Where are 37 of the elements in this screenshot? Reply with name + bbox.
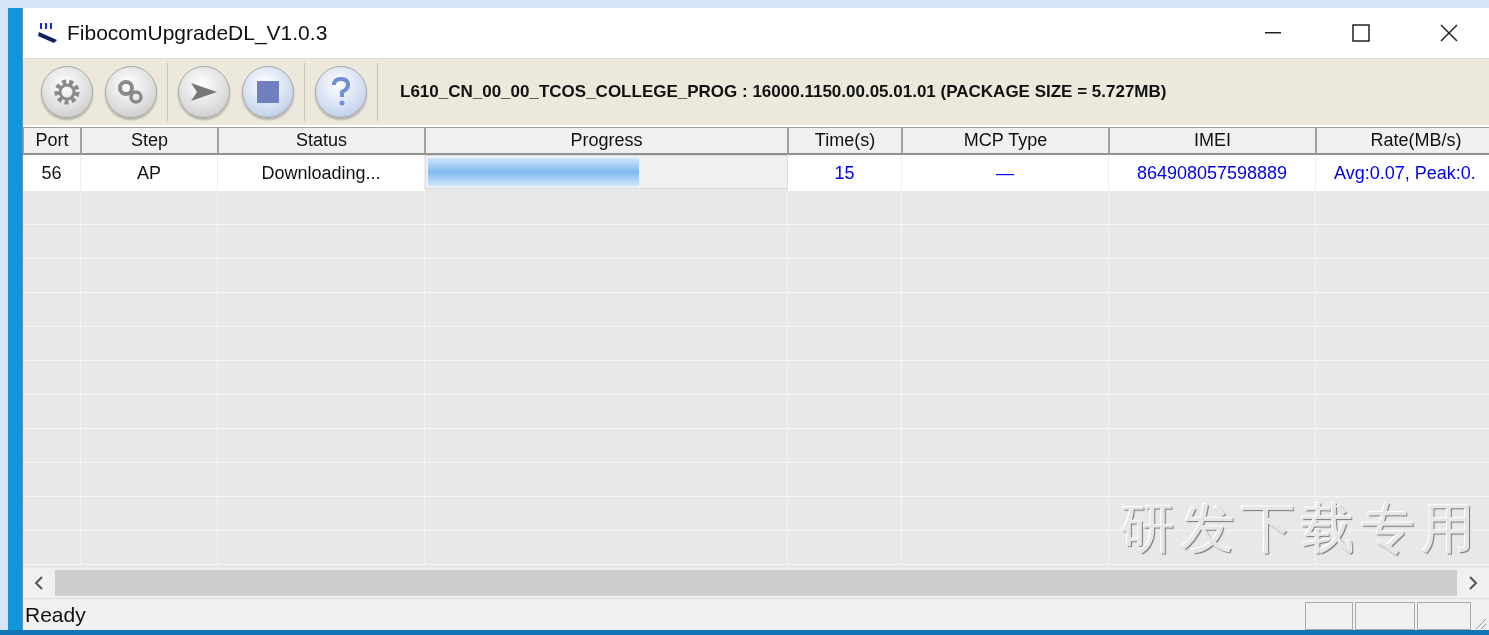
table-cell: Avg:0.07, Peak:0. — [1316, 155, 1489, 191]
gear-icon — [52, 77, 82, 107]
stop-icon — [257, 81, 279, 103]
column-header[interactable]: MCP Type — [902, 127, 1109, 155]
play-icon — [189, 81, 219, 103]
column-header[interactable]: Step — [81, 127, 218, 155]
column-header[interactable]: Rate(MB/s) — [1316, 127, 1489, 155]
scroll-left-icon — [34, 576, 44, 590]
resize-grip-icon — [1473, 616, 1487, 630]
status-panel — [1417, 602, 1471, 630]
scrollbar-thumb[interactable] — [55, 570, 1457, 596]
stop-button[interactable] — [242, 66, 294, 118]
table-cell: 56 — [23, 155, 81, 191]
scroll-right-icon — [1468, 576, 1478, 590]
column-header[interactable]: Port — [23, 127, 81, 155]
table-cell: AP — [81, 155, 218, 191]
status-panel — [1305, 602, 1353, 630]
window-title: FibocomUpgradeDL_V1.0.3 — [67, 21, 329, 45]
close-icon — [1440, 24, 1458, 42]
column-header[interactable]: Time(s) — [788, 127, 902, 155]
package-info: L610_CN_00_00_TCOS_COLLEGE_PROG : 16000.1150.00.05.01.01 (PACKAGE SIZE = 5.727MB) — [400, 82, 1167, 102]
table-cell: 864908057598889 — [1109, 155, 1316, 191]
table-cell: — — [902, 155, 1109, 191]
app-icon — [37, 22, 59, 44]
status-text: Ready — [24, 602, 87, 627]
column-header[interactable]: Progress — [425, 127, 788, 155]
table-cell: Downloading... — [218, 155, 425, 191]
status-panel — [1355, 602, 1415, 630]
table-cell: 15 — [788, 155, 902, 191]
column-header[interactable]: Status — [218, 127, 425, 155]
help-icon — [331, 77, 351, 107]
minimize-icon — [1265, 32, 1281, 34]
maximize-icon — [1352, 24, 1370, 42]
overlay-caption: 研发下载专用 — [1121, 496, 1481, 562]
column-header[interactable]: IMEI — [1109, 127, 1316, 155]
help-button[interactable] — [315, 66, 367, 118]
horizontal-scrollbar[interactable] — [23, 568, 1489, 598]
